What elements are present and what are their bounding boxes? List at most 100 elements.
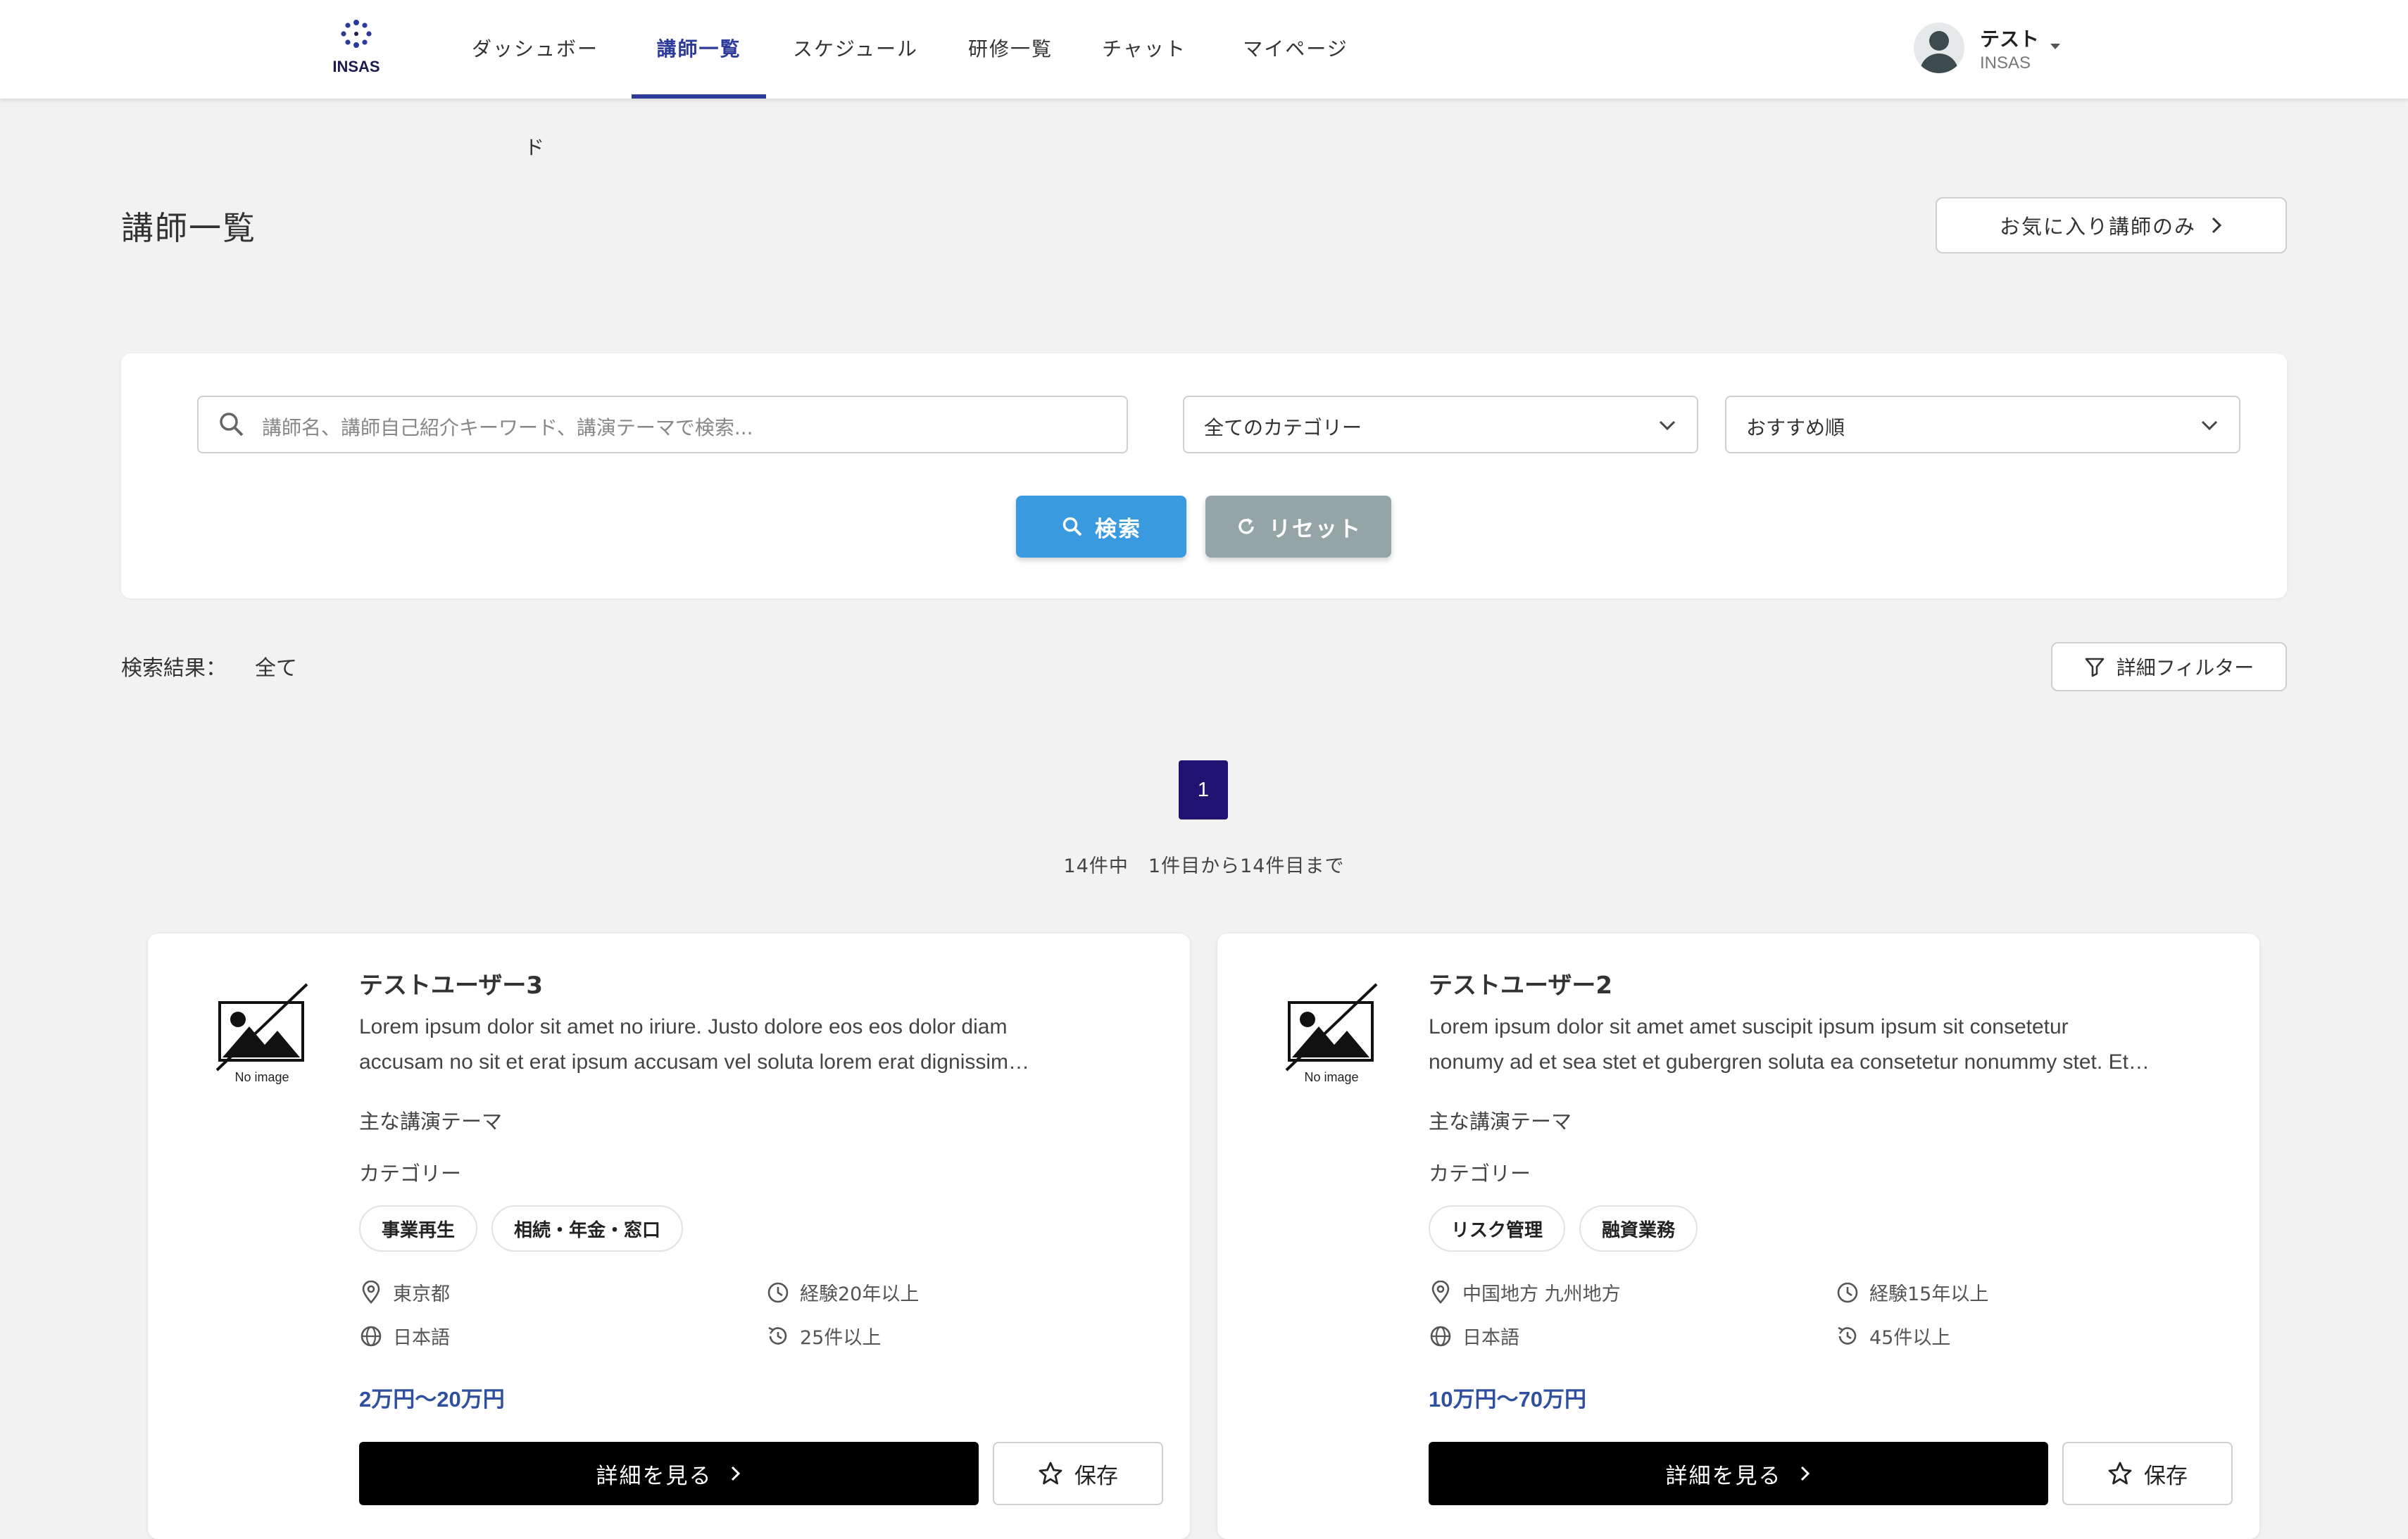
view-details-label: 詳細を見る: [1665, 1463, 1782, 1489]
globe-icon: [1430, 1326, 1451, 1346]
category-select[interactable]: 全てのカテゴリー: [1183, 396, 1698, 453]
category-tag: 事業再生: [359, 1205, 478, 1252]
instructor-card: No image テストユーザー2 Lorem ipsum dolor sit …: [1217, 934, 2259, 1539]
nav-schedule[interactable]: スケジュール: [789, 0, 922, 99]
search-icon: [1062, 517, 1082, 536]
category-select-value: 全てのカテゴリー: [1204, 416, 1362, 439]
location-text: 東京都: [393, 1283, 450, 1305]
main-theme-label: 主な講演テーマ: [359, 1110, 503, 1133]
nav-instructor-list[interactable]: 講師一覧: [632, 0, 766, 99]
history-icon: [768, 1326, 787, 1345]
favorites-only-label: お気に入り講師のみ: [1999, 215, 2196, 239]
main-theme-label: 主な講演テーマ: [1429, 1110, 1572, 1133]
save-button[interactable]: 保存: [2062, 1442, 2233, 1505]
sort-select[interactable]: おすすめ順: [1725, 396, 2240, 453]
location-pin-icon: [1431, 1280, 1450, 1304]
filter-icon: [2085, 658, 2105, 677]
page-title: 講師一覧: [121, 209, 256, 247]
location-pin-icon: [362, 1280, 380, 1304]
experience-text: 経験20年以上: [800, 1283, 920, 1305]
result-label: 検索結果：: [121, 656, 227, 681]
description-line-2: nonumy ad et sea stet et gubergren solut…: [1429, 1050, 2150, 1074]
history-icon: [1838, 1326, 1857, 1345]
chevron-right-icon: [1800, 1466, 1810, 1481]
nav-active-underline: [632, 94, 766, 99]
description-line-1: Lorem ipsum dolor sit amet no iriure. Ju…: [359, 1015, 1008, 1038]
nav-training-list[interactable]: 研修一覧: [961, 0, 1060, 99]
language-text: 日本語: [393, 1327, 450, 1349]
reset-button-label: リセット: [1269, 516, 1362, 542]
experience-meta: 経験15年以上: [1836, 1279, 1988, 1306]
chevron-right-icon: [2212, 217, 2222, 234]
chevron-right-icon: [731, 1466, 740, 1481]
favorites-only-button[interactable]: お気に入り講師のみ: [1936, 197, 2287, 253]
nav-mypage[interactable]: マイページ: [1236, 0, 1355, 99]
view-details-button[interactable]: 詳細を見る: [1429, 1442, 2048, 1505]
experience-text: 経験15年以上: [1869, 1283, 1989, 1305]
save-label: 保存: [2144, 1463, 2188, 1489]
user-silhouette-icon: [1919, 31, 1959, 73]
description-line-2: accusam no sit et erat ipsum accusam vel…: [359, 1050, 1030, 1074]
category-tag: 融資業務: [1579, 1205, 1698, 1252]
nav-dashboard[interactable]: ダッシュボード: [465, 0, 606, 159]
count-meta: 45件以上: [1836, 1322, 1950, 1350]
reset-button[interactable]: リセット: [1205, 496, 1391, 558]
star-icon: [2108, 1462, 2132, 1485]
category-tag: リスク管理: [1429, 1205, 1566, 1252]
language-meta: 日本語: [359, 1322, 450, 1350]
pagination-info: 14件中 1件目から14件目まで: [1063, 855, 1345, 877]
save-button[interactable]: 保存: [993, 1442, 1163, 1505]
detail-filter-label: 詳細フィルター: [2116, 656, 2255, 679]
search-button[interactable]: 検索: [1016, 496, 1186, 558]
count-meta: 25件以上: [766, 1322, 881, 1350]
search-panel: 講師名、講師自己紹介キーワード、講演テーマで検索... 全てのカテゴリー おすす…: [121, 353, 2287, 598]
instructor-description: Lorem ipsum dolor sit amet amet suscipit…: [1429, 1010, 2231, 1080]
sort-select-value: おすすめ順: [1746, 416, 1845, 439]
logo-text: INSAS: [332, 58, 380, 75]
instructor-name: テストユーザー2: [1429, 972, 1612, 1000]
price-range: 10万円〜70万円: [1429, 1387, 1586, 1412]
nav-chat[interactable]: チャット: [1098, 0, 1190, 99]
user-org: INSAS: [1980, 54, 2031, 73]
view-details-label: 詳細を見る: [596, 1463, 713, 1489]
category-label: カテゴリー: [1429, 1162, 1531, 1186]
category-tag: 相続・年金・窓口: [491, 1205, 684, 1252]
user-menu-caret-icon[interactable]: [2050, 44, 2060, 49]
instructor-description: Lorem ipsum dolor sit amet no iriure. Ju…: [359, 1010, 1162, 1080]
search-icon: [220, 413, 244, 436]
save-label: 保存: [1074, 1463, 1118, 1489]
refresh-icon: [1239, 518, 1254, 534]
location-text: 中国地方 九州地方: [1462, 1283, 1621, 1305]
chevron-down-icon: [2201, 420, 2218, 431]
result-value: 全て: [255, 656, 297, 681]
category-label: カテゴリー: [359, 1162, 462, 1186]
pagination-page-1[interactable]: 1: [1179, 760, 1228, 819]
language-text: 日本語: [1462, 1327, 1519, 1349]
no-image-label: No image: [1304, 1070, 1359, 1084]
count-text: 45件以上: [1869, 1327, 1951, 1349]
clock-icon: [767, 1282, 789, 1302]
price-range: 2万円〜20万円: [359, 1387, 505, 1412]
view-details-button[interactable]: 詳細を見る: [359, 1442, 979, 1505]
logo-mark-icon: [341, 20, 372, 48]
detail-filter-button[interactable]: 詳細フィルター: [2051, 642, 2287, 691]
location-meta: 東京都: [359, 1279, 450, 1306]
user-avatar[interactable]: [1914, 23, 1964, 73]
globe-icon: [360, 1326, 382, 1346]
location-meta: 中国地方 九州地方: [1429, 1279, 1621, 1306]
experience-meta: 経験20年以上: [766, 1279, 919, 1306]
description-line-1: Lorem ipsum dolor sit amet amet suscipit…: [1429, 1015, 2069, 1038]
count-text: 25件以上: [800, 1327, 882, 1349]
language-meta: 日本語: [1429, 1322, 1519, 1350]
search-placeholder: 講師名、講師自己紹介キーワード、講演テーマで検索...: [262, 416, 753, 439]
no-image-label: No image: [234, 1070, 289, 1084]
instructor-card: No image テストユーザー3 Lorem ipsum dolor sit …: [148, 934, 1190, 1539]
chevron-down-icon: [1659, 420, 1676, 431]
user-name[interactable]: テスト: [1980, 24, 2039, 52]
insas-logo[interactable]: INSAS: [324, 18, 389, 77]
clock-icon: [1837, 1282, 1858, 1302]
instructor-name: テストユーザー3: [359, 972, 543, 1000]
star-icon: [1039, 1462, 1062, 1485]
search-input[interactable]: 講師名、講師自己紹介キーワード、講演テーマで検索...: [197, 396, 1128, 453]
search-button-label: 検索: [1095, 516, 1141, 542]
